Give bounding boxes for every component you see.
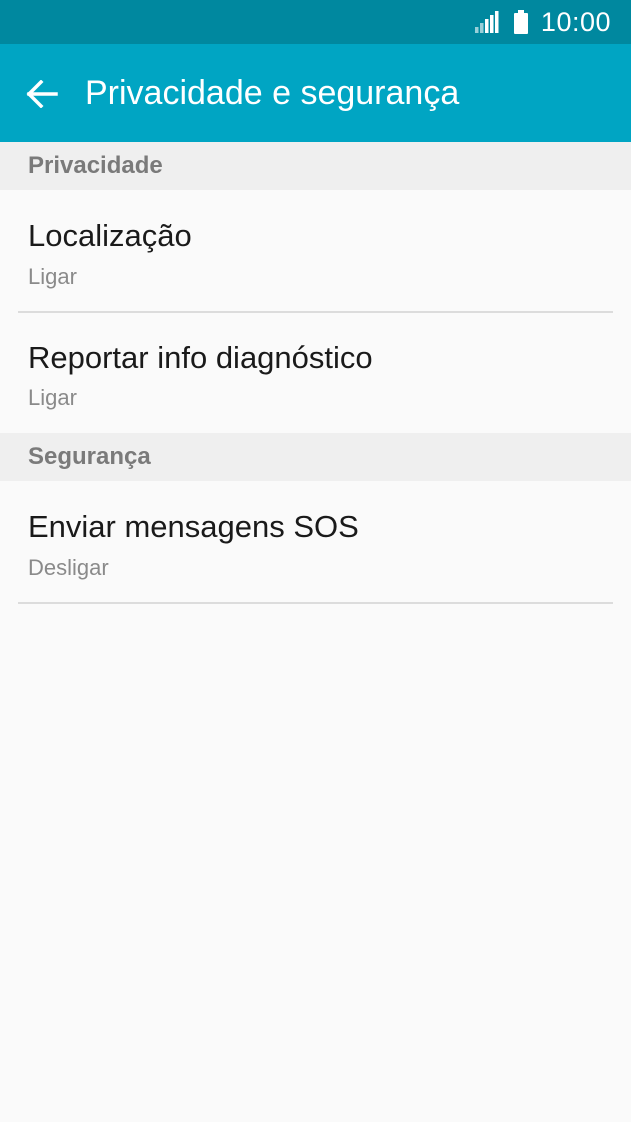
signal-icon — [474, 11, 499, 33]
page-title: Privacidade e segurança — [85, 74, 460, 112]
item-subtitle: Ligar — [28, 385, 77, 410]
status-time: 10:00 — [540, 6, 611, 37]
back-button[interactable] — [20, 72, 64, 116]
item-subtitle: Desligar — [28, 555, 109, 580]
section-header-seguranca: Segurança — [0, 433, 631, 481]
status-indicators: 10:00 — [474, 0, 611, 44]
item-title: Reportar info diagnóstico — [28, 340, 373, 375]
item-subtitle: Ligar — [28, 264, 77, 289]
back-arrow-icon — [26, 80, 58, 108]
section-header-privacidade: Privacidade — [0, 142, 631, 190]
item-title: Localização — [28, 218, 192, 253]
list-item-localizacao[interactable]: Localização Ligar — [0, 190, 631, 312]
battery-icon — [513, 10, 528, 34]
divider — [18, 602, 613, 604]
app-bar: Privacidade e segurança — [0, 44, 631, 142]
list-item-reportar-info-diagnostico[interactable]: Reportar info diagnóstico Ligar — [0, 313, 631, 433]
status-bar: 10:00 — [0, 0, 631, 44]
list-item-enviar-mensagens-sos[interactable]: Enviar mensagens SOS Desligar — [0, 481, 631, 602]
item-title: Enviar mensagens SOS — [28, 509, 359, 544]
